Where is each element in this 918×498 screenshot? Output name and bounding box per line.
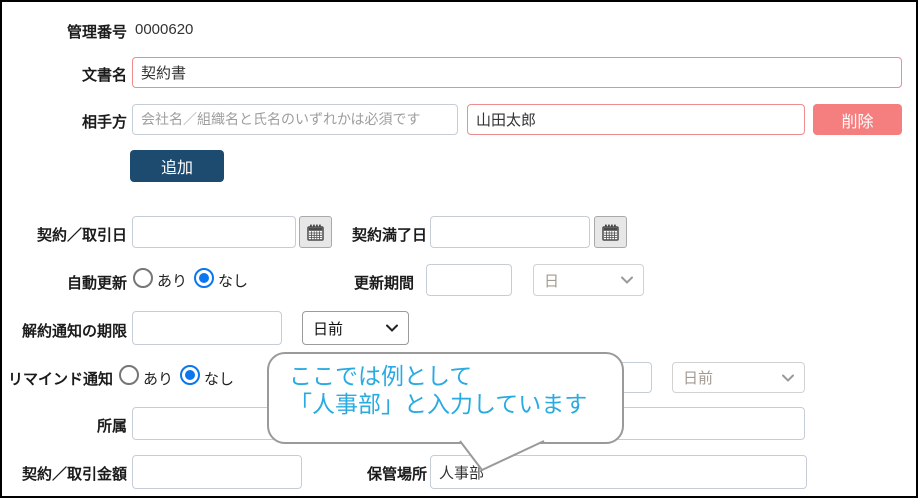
auto-renewal-radio-nashi-label[interactable]: なし: [218, 270, 248, 291]
management-number-value: 0000620: [135, 21, 194, 38]
renewal-period-unit-select[interactable]: 日: [533, 264, 644, 296]
callout-text-line2: 「人事部」と入力しています: [289, 391, 588, 417]
department-input[interactable]: [132, 407, 282, 440]
renewal-period-label: 更新期間: [353, 275, 414, 292]
reminder-unit-value: 日前: [683, 370, 714, 387]
auto-renewal-radio-nashi[interactable]: [194, 268, 214, 288]
contract-expiry-input[interactable]: [430, 216, 590, 248]
renewal-period-input[interactable]: [426, 264, 512, 296]
chevron-down-icon: [621, 276, 633, 284]
callout-text-line1: ここでは例として: [289, 363, 473, 389]
reminder-radio-ari[interactable]: [119, 365, 139, 385]
renewal-period-unit-value: 日: [544, 272, 560, 290]
counterparty-label: 相手方: [81, 114, 127, 131]
reminder-unit-select[interactable]: 日前: [672, 362, 805, 393]
document-name-input[interactable]: [132, 57, 902, 88]
management-number-label: 管理番号: [66, 24, 127, 41]
cancel-notice-unit-value: 日前: [313, 320, 344, 338]
auto-renewal-radio-ari-label[interactable]: あり: [157, 270, 187, 291]
storage-location-label: 保管場所: [366, 466, 427, 483]
auto-renewal-label: 自動更新: [66, 275, 127, 292]
contract-date-label: 契約／取引日: [36, 227, 127, 244]
chevron-down-icon: [386, 324, 398, 332]
document-name-label: 文書名: [81, 67, 127, 84]
calendar-icon: [307, 224, 324, 241]
contract-date-input[interactable]: [132, 216, 296, 248]
contract-amount-label: 契約／取引金額: [21, 466, 127, 483]
delete-button[interactable]: 削除: [813, 104, 902, 135]
cancel-notice-unit-select[interactable]: 日前: [302, 311, 409, 345]
reminder-radio-ari-label[interactable]: あり: [143, 368, 173, 389]
contract-amount-input[interactable]: [132, 455, 302, 489]
contract-expiry-calendar-button[interactable]: [594, 216, 627, 248]
contract-expiry-label: 契約満了日: [351, 227, 427, 244]
counterparty-company-input[interactable]: [132, 104, 458, 135]
counterparty-person-input[interactable]: [467, 104, 805, 135]
callout-bubble-tail: [459, 440, 545, 472]
cancel-notice-input[interactable]: [132, 311, 282, 345]
cancel-notice-label: 解約通知の期限: [21, 323, 127, 340]
department-label: 所属: [96, 418, 127, 435]
reminder-label: リマインド通知: [7, 371, 113, 388]
contract-form-panel: 管理番号 0000620 文書名 相手方 削除 追加 契約／取引日 契約満了日 …: [0, 0, 918, 498]
reminder-radio-nashi[interactable]: [180, 365, 200, 385]
reminder-radio-nashi-label[interactable]: なし: [204, 368, 234, 389]
auto-renewal-radio-ari[interactable]: [133, 268, 153, 288]
chevron-down-icon: [782, 374, 794, 382]
calendar-icon: [602, 224, 619, 241]
add-button[interactable]: 追加: [130, 150, 224, 182]
